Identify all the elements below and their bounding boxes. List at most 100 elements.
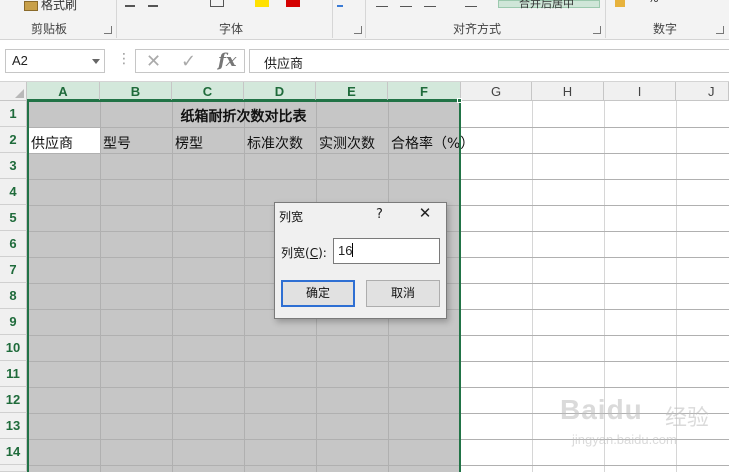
cell-a2[interactable]: 供应商 xyxy=(31,133,73,153)
brush-icon xyxy=(24,0,38,11)
column-header-d[interactable]: D xyxy=(244,82,316,101)
row-header-7[interactable]: 7 xyxy=(0,257,27,283)
watermark-cn: 经验 xyxy=(665,406,710,431)
column-header-i[interactable]: I xyxy=(604,82,676,101)
chevron-down-icon[interactable] xyxy=(92,59,100,64)
formula-input[interactable]: 供应商 xyxy=(249,49,729,73)
name-box-value: A2 xyxy=(12,53,28,68)
gridline xyxy=(244,101,245,472)
group-label-font: 字体 xyxy=(219,22,244,36)
gridline xyxy=(27,127,729,128)
row-header-9[interactable]: 9 xyxy=(0,309,27,335)
row-header-3[interactable]: 3 xyxy=(0,153,27,179)
watermark-brand: Baidu xyxy=(560,394,643,425)
name-box[interactable]: A2 xyxy=(5,49,105,73)
close-icon[interactable]: ✕ xyxy=(416,204,434,222)
column-header-e[interactable]: E xyxy=(316,82,388,101)
font-launcher-icon[interactable] xyxy=(354,26,362,34)
cancel-button[interactable]: 取消 xyxy=(366,280,440,307)
cell-d2[interactable]: 标准次数 xyxy=(247,133,303,153)
row-header-12[interactable]: 12 xyxy=(0,387,27,413)
fill-handle[interactable] xyxy=(457,98,462,103)
currency-icon[interactable] xyxy=(615,0,625,7)
text-caret xyxy=(352,243,354,257)
label-accesskey: C xyxy=(309,246,319,260)
gridline xyxy=(172,101,173,472)
percent-icon[interactable]: % xyxy=(648,0,658,5)
gridline xyxy=(27,361,729,362)
font-color-icon[interactable] xyxy=(286,0,300,7)
row-header-2[interactable]: 2 xyxy=(0,127,27,153)
column-header-h[interactable]: H xyxy=(532,82,604,101)
row-header-8[interactable]: 8 xyxy=(0,283,27,309)
gridline xyxy=(532,101,533,472)
group-divider xyxy=(605,0,606,38)
help-icon[interactable]: ? xyxy=(376,207,383,222)
gridline xyxy=(27,335,729,336)
group-label-clipboard: 剪贴板 xyxy=(31,22,68,36)
confirm-entry-icon[interactable]: ✓ xyxy=(181,51,196,72)
group-label-alignment: 对齐方式 xyxy=(453,22,502,36)
column-width-label: 列宽(C): xyxy=(281,244,327,261)
row-header-14[interactable]: 14 xyxy=(0,439,27,465)
alignment-launcher-icon[interactable] xyxy=(593,26,601,34)
cell-e2[interactable]: 实测次数 xyxy=(319,133,375,153)
cell-c2[interactable]: 楞型 xyxy=(175,133,203,153)
column-width-dialog: 列宽 ? ✕ 列宽(C): 16 确定 取消 xyxy=(274,202,447,319)
align-bottom-icon[interactable] xyxy=(424,0,436,7)
formula-content: 供应商 xyxy=(264,57,304,72)
watermark-url: jingyan.baidu.com xyxy=(572,432,677,447)
row-header-5[interactable]: 5 xyxy=(0,205,27,231)
border-icon[interactable] xyxy=(210,0,224,7)
fill-color-icon[interactable] xyxy=(255,0,269,7)
row-header-1[interactable]: 1 xyxy=(0,101,27,127)
formula-buttons: ✕ ✓ fx xyxy=(135,49,245,73)
italic-fragment-icon[interactable] xyxy=(148,0,158,7)
cell-b2[interactable]: 型号 xyxy=(103,133,131,153)
dialog-title: 列宽 xyxy=(279,210,304,224)
align-top-icon[interactable] xyxy=(376,0,388,7)
gridline xyxy=(27,179,729,180)
ok-button[interactable]: 确定 xyxy=(281,280,355,307)
row-header-13[interactable]: 13 xyxy=(0,413,27,439)
column-header-c[interactable]: C xyxy=(172,82,244,101)
align-middle-icon[interactable] xyxy=(400,0,412,7)
formula-bar: A2 ⋮ ✕ ✓ fx 供应商 xyxy=(0,40,729,82)
merge-center-button[interactable]: 合并后居中 xyxy=(498,0,600,10)
column-header-j[interactable]: J xyxy=(676,82,729,101)
column-header-f[interactable]: F xyxy=(388,82,461,101)
group-divider xyxy=(332,0,333,38)
merge-center-label: 合并后居中 xyxy=(519,0,574,10)
column-header-g[interactable]: G xyxy=(461,82,532,101)
select-all-button[interactable] xyxy=(0,82,27,101)
group-label-number: 数字 xyxy=(653,22,678,36)
gridline xyxy=(100,101,101,472)
row-header-10[interactable]: 10 xyxy=(0,335,27,361)
wrap-icon[interactable] xyxy=(465,0,477,7)
cell-f2[interactable]: 合格率（%） xyxy=(391,133,474,153)
clipboard-launcher-icon[interactable] xyxy=(104,26,112,34)
row-header-15[interactable] xyxy=(0,465,27,472)
group-divider xyxy=(116,0,117,38)
formula-bar-grip-icon[interactable]: ⋮ xyxy=(117,51,131,67)
group-divider xyxy=(365,0,366,38)
row-header-4[interactable]: 4 xyxy=(0,179,27,205)
column-header-a[interactable]: A xyxy=(27,82,100,101)
row-header-6[interactable]: 6 xyxy=(0,231,27,257)
insert-function-icon[interactable]: fx xyxy=(218,50,236,71)
format-painter-button[interactable]: 格式刷 xyxy=(24,0,77,13)
format-painter-label: 格式刷 xyxy=(41,0,78,12)
phonetic-icon[interactable] xyxy=(337,0,343,7)
cancel-entry-icon[interactable]: ✕ xyxy=(146,51,161,72)
baidu-watermark: Baidu 经验 jingyan.baidu.com xyxy=(560,388,720,466)
label-suffix: ): xyxy=(318,246,327,260)
number-launcher-icon[interactable] xyxy=(716,26,724,34)
column-width-value: 16 xyxy=(338,243,353,258)
column-header-b[interactable]: B xyxy=(100,82,172,101)
row-header-11[interactable]: 11 xyxy=(0,361,27,387)
sheet-title-cell[interactable]: 纸箱耐折次数对比表 xyxy=(27,106,460,126)
ribbon: 格式刷 剪贴板 字体 合并后居中 对齐方式 % 数字 xyxy=(0,0,729,40)
column-width-input[interactable]: 16 xyxy=(333,238,440,264)
label-prefix: 列宽( xyxy=(281,246,310,260)
bold-fragment-icon[interactable] xyxy=(125,0,135,7)
